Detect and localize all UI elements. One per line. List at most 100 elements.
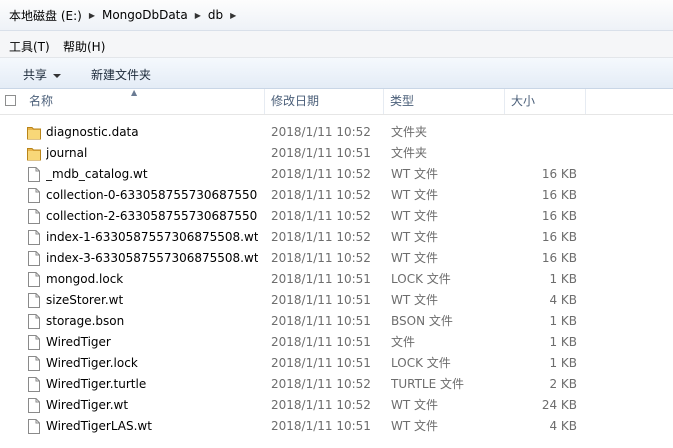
file-date: 2018/1/11 10:51 — [271, 314, 371, 328]
file-date: 2018/1/11 10:51 — [271, 146, 371, 160]
menu-tools[interactable]: 工具(T) — [9, 38, 50, 55]
file-type: 文件夹 — [391, 125, 428, 139]
file-date: 2018/1/11 10:52 — [271, 377, 371, 391]
folder-icon — [27, 146, 41, 161]
file-icon — [27, 314, 41, 329]
file-date: 2018/1/11 10:52 — [271, 398, 371, 412]
file-size: 1 KB — [549, 272, 577, 286]
chevron-right-icon[interactable]: ▶ — [226, 11, 240, 20]
file-icon — [27, 356, 41, 371]
file-row[interactable]: index-1-6330587557306875508.wt 2018/1/11 … — [0, 227, 673, 248]
file-size: 2 KB — [549, 377, 577, 391]
file-icon — [27, 251, 41, 266]
breadcrumb-mongodbdata[interactable]: MongoDbData — [99, 8, 191, 22]
file-icon — [27, 335, 41, 350]
column-header-date[interactable]: 修改日期 — [265, 89, 384, 114]
file-size: 1 KB — [549, 356, 577, 370]
file-name[interactable]: WiredTiger.turtle — [46, 374, 258, 395]
file-type: WT 文件 — [391, 419, 439, 433]
file-icon — [27, 167, 41, 182]
file-name[interactable]: collection-2-633058755730687550... — [46, 206, 258, 227]
file-size: 16 KB — [541, 188, 577, 202]
breadcrumb-drive[interactable]: 本地磁盘 (E:) — [6, 7, 85, 24]
column-header-date-label: 修改日期 — [271, 94, 320, 108]
file-size: 16 KB — [541, 209, 577, 223]
file-size: 4 KB — [549, 419, 577, 433]
select-all-checkbox[interactable] — [5, 95, 16, 106]
file-row[interactable]: WiredTiger.wt 2018/1/11 10:52 WT 文件 24 KB — [0, 395, 673, 416]
file-icon — [27, 272, 41, 287]
file-name[interactable]: WiredTiger.lock — [46, 353, 258, 374]
column-header-row: ▲ 名称 修改日期 类型 大小 — [0, 89, 673, 115]
file-type: LOCK 文件 — [391, 356, 451, 370]
file-list: diagnostic.data 2018/1/11 10:52 文件夹 journal… — [0, 122, 673, 437]
file-row[interactable]: index-3-6330587557306875508.wt 2018/1/11 … — [0, 248, 673, 269]
file-icon — [27, 377, 41, 392]
file-name[interactable]: journal — [46, 143, 258, 164]
file-row[interactable]: sizeStorer.wt 2018/1/11 10:51 WT 文件 4 KB — [0, 290, 673, 311]
file-name[interactable]: _mdb_catalog.wt — [46, 164, 258, 185]
address-bar[interactable]: 本地磁盘 (E:) ▶ MongoDbData ▶ db ▶ — [0, 0, 673, 31]
file-row[interactable]: mongod.lock 2018/1/11 10:51 LOCK 文件 1 KB — [0, 269, 673, 290]
file-row[interactable]: journal 2018/1/11 10:51 文件夹 — [0, 143, 673, 164]
file-row[interactable]: diagnostic.data 2018/1/11 10:52 文件夹 — [0, 122, 673, 143]
file-icon — [27, 188, 41, 203]
file-date: 2018/1/11 10:51 — [271, 335, 371, 349]
file-icon — [27, 230, 41, 245]
chevron-right-icon[interactable]: ▶ — [191, 11, 205, 20]
file-name[interactable]: sizeStorer.wt — [46, 290, 258, 311]
file-row[interactable]: collection-2-633058755730687550... 2018/1… — [0, 206, 673, 227]
file-type: WT 文件 — [391, 209, 439, 223]
file-row[interactable]: storage.bson 2018/1/11 10:51 BSON 文件 1 KB — [0, 311, 673, 332]
file-row[interactable]: WiredTiger.turtle 2018/1/11 10:52 TURTLE 文… — [0, 374, 673, 395]
file-name[interactable]: index-3-6330587557306875508.wt — [46, 248, 258, 269]
file-name[interactable]: collection-0-633058755730687550... — [46, 185, 258, 206]
file-name[interactable]: WiredTiger — [46, 332, 258, 353]
file-type: TURTLE 文件 — [391, 377, 464, 391]
file-row[interactable]: collection-0-633058755730687550... 2018/1… — [0, 185, 673, 206]
file-name[interactable]: mongod.lock — [46, 269, 258, 290]
file-type: WT 文件 — [391, 167, 439, 181]
share-button[interactable]: 共享 — [23, 66, 62, 83]
file-row[interactable]: _mdb_catalog.wt 2018/1/11 10:52 WT 文件 16 KB — [0, 164, 673, 185]
column-header-name[interactable]: 名称 — [22, 89, 265, 114]
file-date: 2018/1/11 10:51 — [271, 272, 371, 286]
file-type: 文件 — [391, 335, 416, 349]
column-header-size[interactable]: 大小 — [505, 89, 586, 114]
file-name[interactable]: WiredTiger.wt — [46, 395, 258, 416]
chevron-down-icon — [53, 73, 62, 78]
command-bar: 共享 新建文件夹 — [0, 58, 673, 89]
file-row[interactable]: WiredTigerLAS.wt 2018/1/11 10:51 WT 文件 4 KB — [0, 416, 673, 437]
share-label: 共享 — [23, 68, 48, 82]
file-date: 2018/1/11 10:52 — [271, 167, 371, 181]
file-type: LOCK 文件 — [391, 272, 451, 286]
file-type: WT 文件 — [391, 230, 439, 244]
file-name[interactable]: index-1-6330587557306875508.wt — [46, 227, 258, 248]
file-icon — [27, 293, 41, 308]
file-type: WT 文件 — [391, 398, 439, 412]
file-name[interactable]: storage.bson — [46, 311, 258, 332]
file-date: 2018/1/11 10:52 — [271, 209, 371, 223]
file-name[interactable]: diagnostic.data — [46, 122, 258, 143]
file-size: 24 KB — [541, 398, 577, 412]
breadcrumb-db[interactable]: db — [205, 8, 226, 22]
file-size — [505, 122, 577, 143]
folder-icon — [27, 125, 41, 140]
file-name[interactable]: WiredTigerLAS.wt — [46, 416, 258, 437]
file-row[interactable]: WiredTiger.lock 2018/1/11 10:51 LOCK 文件 1 K… — [0, 353, 673, 374]
new-folder-button[interactable]: 新建文件夹 — [91, 66, 151, 83]
file-icon — [27, 398, 41, 413]
chevron-right-icon[interactable]: ▶ — [85, 11, 99, 20]
file-date: 2018/1/11 10:51 — [271, 356, 371, 370]
file-date: 2018/1/11 10:51 — [271, 419, 371, 433]
breadcrumb: 本地磁盘 (E:) ▶ MongoDbData ▶ db ▶ — [6, 7, 240, 23]
file-type: WT 文件 — [391, 188, 439, 202]
file-size: 4 KB — [549, 293, 577, 307]
file-type: WT 文件 — [391, 293, 439, 307]
file-size: 1 KB — [549, 335, 577, 349]
file-size — [505, 143, 577, 164]
column-header-type[interactable]: 类型 — [384, 89, 505, 114]
menu-help[interactable]: 帮助(H) — [63, 38, 105, 55]
file-size: 16 KB — [541, 230, 577, 244]
file-row[interactable]: WiredTiger 2018/1/11 10:51 文件 1 KB — [0, 332, 673, 353]
